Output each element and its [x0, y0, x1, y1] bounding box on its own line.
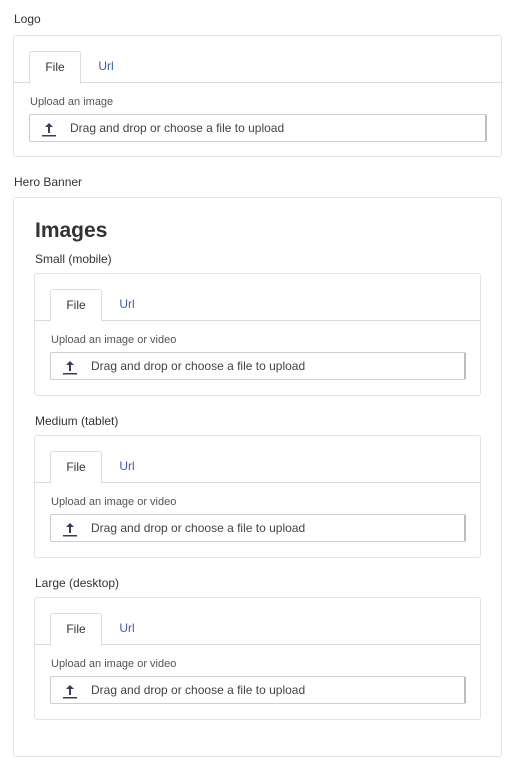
medium-dropzone[interactable]: Drag and drop or choose a file to upload [50, 514, 466, 542]
group-label-large: Large (desktop) [35, 576, 120, 590]
large-dropzone[interactable]: Drag and drop or choose a file to upload [50, 676, 466, 704]
medium-tabs: File Url [35, 451, 480, 484]
group-label-small: Small (mobile) [35, 252, 112, 266]
logo-dropzone[interactable]: Drag and drop or choose a file to upload [29, 114, 487, 142]
upload-icon [63, 685, 77, 699]
large-tabs: File Url [35, 613, 480, 646]
small-tabs: File Url [35, 289, 480, 322]
small-dropzone[interactable]: Drag and drop or choose a file to upload [50, 352, 466, 380]
group-card-small: File Url Upload an image or video Drag a… [34, 273, 481, 396]
dropzone-text: Drag and drop or choose a file to upload [91, 521, 306, 535]
upload-icon [42, 123, 56, 137]
tab-url[interactable]: Url [107, 613, 147, 645]
dropzone-text: Drag and drop or choose a file to upload [91, 359, 306, 373]
upload-label: Upload an image [30, 96, 114, 108]
upload-icon [63, 361, 77, 375]
tab-file[interactable]: File [50, 289, 102, 322]
upload-label: Upload an image or video [51, 658, 177, 670]
tab-file[interactable]: File [50, 613, 102, 646]
logo-tabs: File Url [14, 51, 501, 84]
group-label-medium: Medium (tablet) [35, 414, 119, 428]
hero-banner-card: Images Small (mobile) File Url Upload an… [13, 197, 502, 757]
group-card-large: File Url Upload an image or video Drag a… [34, 597, 481, 720]
dropzone-text: Drag and drop or choose a file to upload [70, 121, 285, 135]
upload-icon [63, 523, 77, 537]
dropzone-text: Drag and drop or choose a file to upload [91, 683, 306, 697]
upload-label: Upload an image or video [51, 496, 177, 508]
tab-file[interactable]: File [29, 51, 81, 84]
tab-url[interactable]: Url [107, 289, 147, 321]
group-card-medium: File Url Upload an image or video Drag a… [34, 435, 481, 558]
tab-url[interactable]: Url [107, 451, 147, 483]
logo-label: Logo [14, 12, 41, 26]
tab-file[interactable]: File [50, 451, 102, 484]
upload-label: Upload an image or video [51, 334, 177, 346]
images-heading: Images [35, 219, 108, 242]
hero-banner-label: Hero Banner [14, 175, 83, 189]
tab-url[interactable]: Url [86, 51, 126, 83]
logo-card: File Url Upload an image Drag and drop o… [13, 35, 502, 157]
